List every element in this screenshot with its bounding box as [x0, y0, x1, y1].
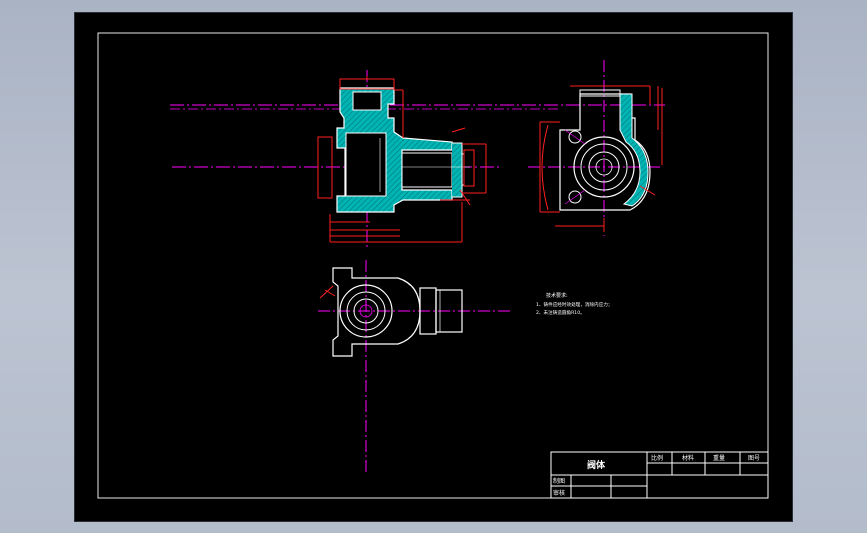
cad-drawing: 技术要求: 1、铸件应经时效处理，消除内应力； 2、未注铸造圆角R10。 阀体 … [97, 32, 769, 499]
side-view [528, 60, 663, 236]
col-material: 材料 [682, 454, 694, 462]
drawn-by-label: 制图 [553, 477, 565, 485]
notes-title: 技术要求: [546, 292, 568, 299]
notes-line-1: 1、铸件应经时效处理，消除内应力； [536, 301, 612, 308]
col-scale: 比例 [651, 454, 663, 462]
technical-notes: 技术要求: 1、铸件应经时效处理，消除内应力； 2、未注铸造圆角R10。 [536, 292, 612, 316]
col-sheet: 图号 [748, 455, 760, 462]
drawing-frame [97, 32, 769, 499]
top-view [318, 260, 510, 475]
part-name: 阀体 [587, 459, 606, 471]
notes-line-2: 2、未注铸造圆角R10。 [536, 309, 585, 316]
checked-by-label: 审核 [553, 489, 565, 497]
col-weight: 重量 [713, 454, 725, 462]
